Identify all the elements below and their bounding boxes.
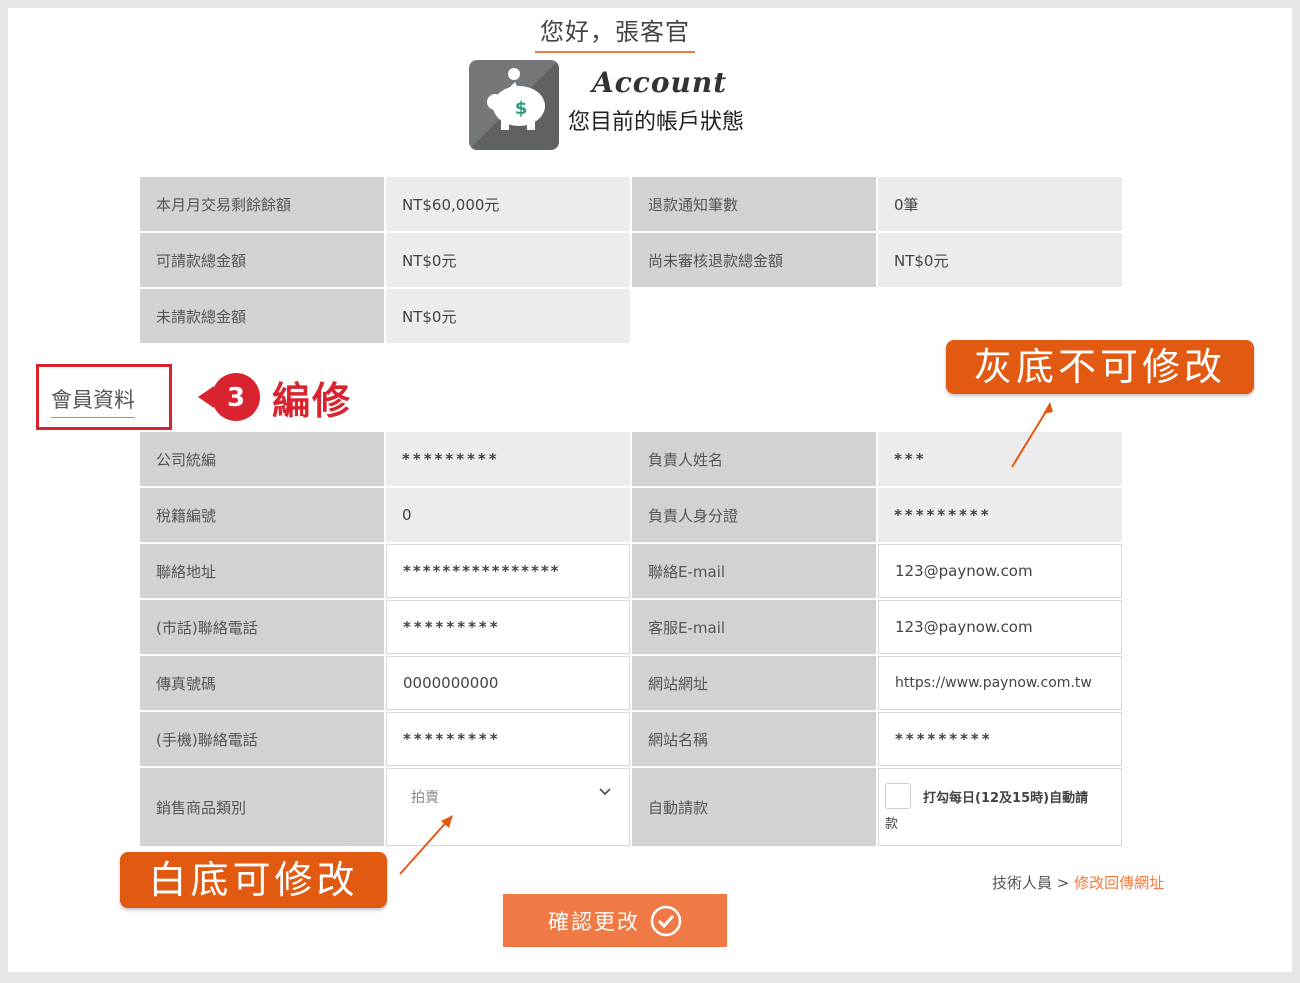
table-row: 公司統編 ********* 負責人姓名 *** [140, 432, 1122, 486]
edit-return-url-link[interactable]: 修改回傳網址 [1074, 874, 1164, 892]
cell-value: NT$0元 [878, 233, 1122, 287]
cell-label: 本月月交易剩餘餘額 [140, 177, 384, 231]
table-row: 未請款總金額 NT$0元 [140, 289, 1122, 343]
tech-breadcrumb: 技術人員 > 修改回傳網址 [992, 872, 1164, 893]
fax-input[interactable]: 0000000000 [386, 656, 630, 710]
cell-label: 網站網址 [632, 656, 876, 710]
cell-value: NT$60,000元 [386, 177, 630, 231]
account-title: Account [592, 66, 728, 99]
table-row: 銷售商品類別 拍賣 自動請款 打勾每日(12及15時)自動請 款 [140, 768, 1122, 846]
auto-billing-label: 打勾每日(12及15時)自動請 [923, 791, 1089, 806]
auto-billing-cell: 打勾每日(12及15時)自動請 款 [878, 768, 1122, 846]
cell-label: 聯絡地址 [140, 544, 384, 598]
account-summary-table: 本月月交易剩餘餘額 NT$60,000元 退款通知筆數 0筆 可請款總金額 NT… [138, 175, 1124, 345]
company-id-value: ********* [386, 432, 630, 486]
empty-cell [632, 289, 1122, 343]
chevron-down-icon [599, 788, 611, 796]
cell-value: NT$0元 [386, 289, 630, 343]
owner-name-value: *** [878, 432, 1122, 486]
piggy-bank-icon: $ [469, 60, 559, 150]
cell-label: (手機)聯絡電話 [140, 712, 384, 766]
cell-label: 公司統編 [140, 432, 384, 486]
website-name-input[interactable]: ********* [878, 712, 1122, 766]
confirm-changes-button[interactable]: 確認更改 [503, 894, 727, 947]
table-row: (手機)聯絡電話 ********* 網站名稱 ********* [140, 712, 1122, 766]
table-row: (市話)聯絡電話 ********* 客服E-mail 123@paynow.c… [140, 600, 1122, 654]
tech-prefix: 技術人員 > [992, 874, 1075, 892]
website-url-input[interactable]: https://www.paynow.com.tw [878, 656, 1122, 710]
member-info-table: 公司統編 ********* 負責人姓名 *** 稅籍編號 0 負責人身分證 *… [138, 430, 1124, 848]
cell-label: 負責人姓名 [632, 432, 876, 486]
cell-label: 尚未審核退款總金額 [632, 233, 876, 287]
cell-label: 負責人身分證 [632, 488, 876, 542]
confirm-label: 確認更改 [548, 909, 640, 934]
cell-label: 傳真號碼 [140, 656, 384, 710]
check-circle-icon [650, 905, 682, 936]
table-row: 可請款總金額 NT$0元 尚未審核退款總金額 NT$0元 [140, 233, 1122, 287]
service-email-input[interactable]: 123@paynow.com [878, 600, 1122, 654]
landline-input[interactable]: ********* [386, 600, 630, 654]
contact-email-input[interactable]: 123@paynow.com [878, 544, 1122, 598]
cell-label: 退款通知筆數 [632, 177, 876, 231]
cell-value: 0筆 [878, 177, 1122, 231]
white-editable-note: 白底可修改 [120, 852, 387, 908]
cell-label: (市話)聯絡電話 [140, 600, 384, 654]
step-number: 3 [227, 383, 245, 413]
greeting: 您好，張客官 [535, 12, 695, 53]
step-label: 編修 [272, 379, 353, 423]
cell-label: 聯絡E-mail [632, 544, 876, 598]
cell-label: 銷售商品類別 [140, 768, 384, 846]
member-section-title: 會員資料 [36, 364, 172, 430]
member-section-label: 會員資料 [51, 384, 135, 418]
cell-label: 可請款總金額 [140, 233, 384, 287]
table-row: 本月月交易剩餘餘額 NT$60,000元 退款通知筆數 0筆 [140, 177, 1122, 231]
gray-readonly-note: 灰底不可修改 [946, 340, 1254, 394]
cell-value: NT$0元 [386, 233, 630, 287]
cell-label: 網站名稱 [632, 712, 876, 766]
owner-id-value: ********* [878, 488, 1122, 542]
cell-label: 自動請款 [632, 768, 876, 846]
category-select[interactable]: 拍賣 [386, 768, 630, 846]
cell-label: 客服E-mail [632, 600, 876, 654]
auto-billing-label-wrap: 款 [885, 817, 899, 832]
category-selected-value: 拍賣 [411, 790, 439, 806]
mobile-input[interactable]: ********* [386, 712, 630, 766]
address-input[interactable]: **************** [386, 544, 630, 598]
step-badge: 3 [198, 373, 260, 421]
table-row: 稅籍編號 0 負責人身分證 ********* [140, 488, 1122, 542]
table-row: 傳真號碼 0000000000 網站網址 https://www.paynow.… [140, 656, 1122, 710]
tax-id-value: 0 [386, 488, 630, 542]
cell-label: 稅籍編號 [140, 488, 384, 542]
cell-label: 未請款總金額 [140, 289, 384, 343]
table-row: 聯絡地址 **************** 聯絡E-mail 123@payno… [140, 544, 1122, 598]
svg-text:$: $ [515, 98, 528, 119]
auto-billing-checkbox[interactable] [885, 783, 911, 809]
account-subtitle: 您目前的帳戶狀態 [568, 110, 745, 135]
